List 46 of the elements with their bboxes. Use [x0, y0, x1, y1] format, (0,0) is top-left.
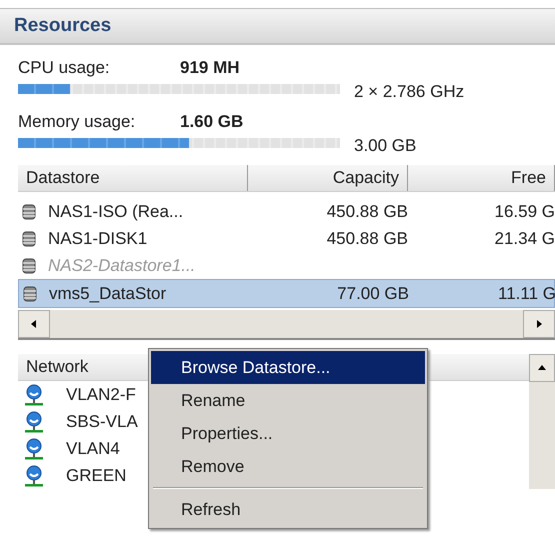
datastore-row[interactable]: vms5_DataStor 77.00 GB 11.11 G	[18, 279, 555, 308]
scroll-right-button[interactable]	[523, 310, 555, 338]
network-name[interactable]: VLAN2-F	[66, 384, 136, 404]
column-header[interactable]: Capacity	[248, 165, 408, 191]
meter-label: Memory usage:	[18, 112, 136, 132]
triangle-right-icon	[535, 320, 543, 328]
free-cell-text: 16.59 G	[494, 202, 555, 222]
network-name[interactable]: GREEN	[66, 466, 126, 486]
datastore-name: vms5_DataStor	[49, 284, 166, 304]
capacity-cell-text: 450.88 GB	[326, 228, 408, 248]
meter-value: 1.60 GB	[180, 112, 244, 132]
capacity-cell-text: 450.88 GB	[326, 202, 408, 222]
triangle-left-icon	[30, 320, 38, 328]
meter-capacity: 3.00 GB	[354, 136, 416, 156]
network-name[interactable]: SBS-VLA	[66, 412, 138, 432]
datastore-row[interactable]: NAS1-DISK1 450.88 GB 21.34 G	[18, 225, 555, 252]
triangle-up-icon	[538, 364, 546, 372]
meter-capacity: 2 × 2.786 GHz	[354, 82, 464, 102]
network-icon	[24, 410, 44, 432]
menu-item[interactable]: Refresh	[151, 493, 425, 526]
datastore-name: NAS2-Datastore1...	[48, 256, 196, 276]
network-icon	[24, 384, 44, 406]
scroll-up-button[interactable]	[529, 354, 555, 382]
menu-item[interactable]: Browse Datastore...	[151, 351, 425, 384]
free-cell-text: 21.34 G	[494, 228, 555, 248]
scroll-left-button[interactable]	[18, 310, 50, 338]
column-header[interactable]: Free	[408, 165, 555, 191]
menu-item[interactable]: Remove	[151, 450, 425, 483]
free-cell-text: 11.11 G	[497, 284, 555, 304]
database-icon	[22, 256, 36, 274]
column-header[interactable]: Datastore	[18, 165, 248, 191]
meter-value: 919 MH	[180, 58, 240, 78]
menu-item[interactable]: Properties...	[151, 417, 425, 450]
network-icon	[24, 438, 44, 460]
database-icon	[22, 230, 36, 248]
menu-item[interactable]: Rename	[151, 384, 425, 417]
meter-label: CPU usage:	[18, 58, 111, 78]
datastore-row[interactable]: NAS1-ISO (Rea... 450.88 GB 16.59 G	[18, 198, 555, 225]
datastore-name: NAS1-DISK1	[48, 228, 148, 248]
database-icon	[23, 284, 37, 302]
network-icon	[24, 464, 44, 486]
database-icon	[22, 202, 36, 220]
network-name[interactable]: VLAN4	[66, 438, 120, 458]
capacity-cell-text: 77.00 GB	[336, 284, 409, 304]
datastore-name: NAS1-ISO (Rea...	[48, 202, 184, 222]
section-title: Resources	[14, 15, 112, 37]
